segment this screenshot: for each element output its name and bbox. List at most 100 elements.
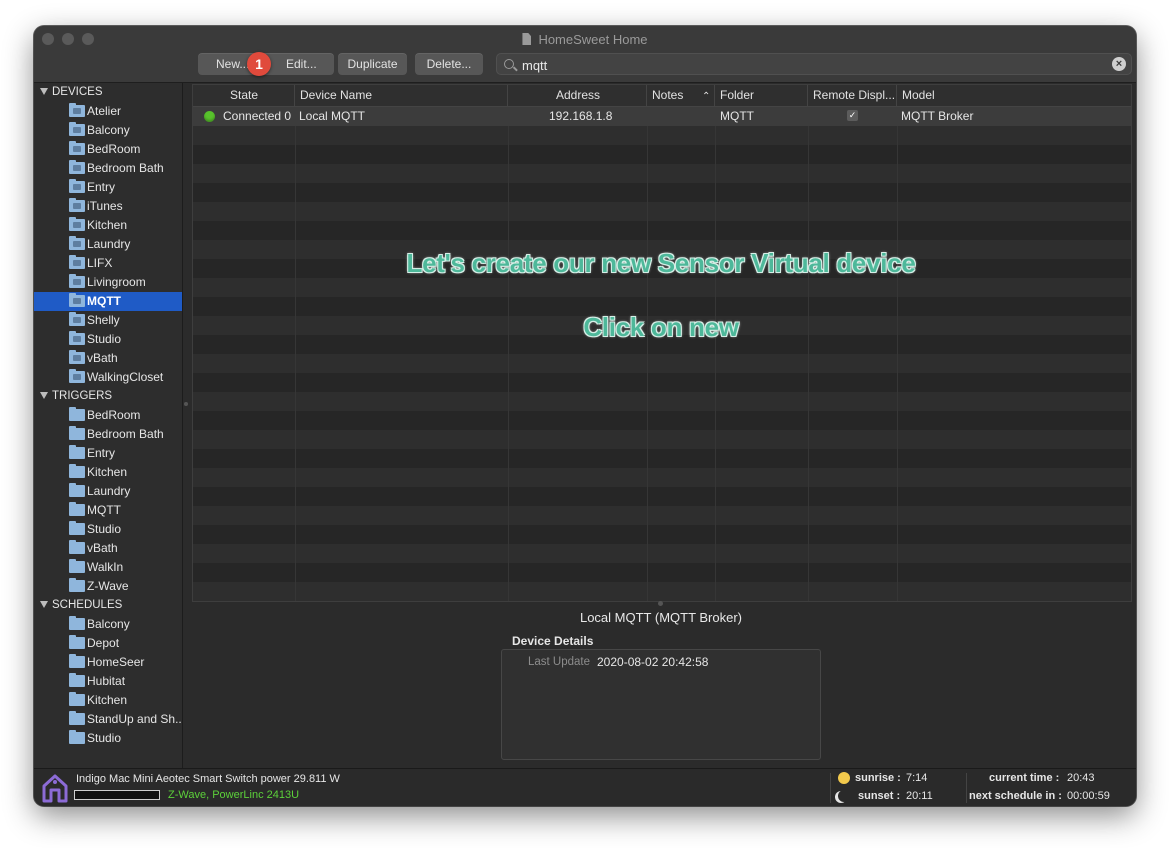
folder-icon: [69, 616, 85, 630]
sidebar-item-label: Studio: [87, 522, 122, 536]
cell-device-name: Local MQTT: [299, 109, 366, 123]
sidebar-item-kitchen[interactable]: Kitchen: [34, 691, 182, 710]
window-title: HomeSweet Home: [34, 32, 1136, 47]
sidebar-item-bedroom-bath[interactable]: Bedroom Bath: [34, 159, 182, 178]
column-header-folder[interactable]: Folder: [715, 85, 808, 106]
sidebar-item-kitchen[interactable]: Kitchen: [34, 216, 182, 235]
sidebar-item-label: Kitchen: [87, 218, 128, 232]
sidebar-item-entry[interactable]: Entry: [34, 444, 182, 463]
sidebar-item-mqtt[interactable]: MQTT: [34, 501, 182, 520]
indigo-logo-icon: [42, 774, 68, 803]
sidebar-item-label: Entry: [87, 180, 116, 194]
sidebar-item-label: Shelly: [87, 313, 120, 327]
folder-icon: [69, 407, 85, 421]
column-header-state[interactable]: State: [193, 85, 295, 106]
folder-icon: [69, 692, 85, 706]
sidebar-item-label: Atelier: [87, 104, 122, 118]
split-view-handle[interactable]: [658, 601, 663, 606]
sidebar-item-balcony[interactable]: Balcony: [34, 615, 182, 634]
folder-icon: [69, 711, 85, 725]
sidebar-item-z-wave[interactable]: Z-Wave: [34, 577, 182, 596]
sidebar-item-depot[interactable]: Depot: [34, 634, 182, 653]
sidebar-item-hubitat[interactable]: Hubitat: [34, 672, 182, 691]
device-folder-icon: [69, 255, 85, 269]
table-row[interactable]: Connected 0 Local MQTT 192.168.1.8 MQTT …: [193, 107, 1131, 126]
sidebar-item-mqtt[interactable]: MQTT: [34, 292, 182, 311]
sidebar-item-homeseer[interactable]: HomeSeer: [34, 653, 182, 672]
device-table: State Device Name Address Notes ⌃ Folder …: [192, 84, 1132, 602]
folder-icon: [69, 559, 85, 573]
folder-icon: [69, 578, 85, 592]
next-schedule-label: next schedule in :: [969, 790, 1062, 802]
folder-icon: [69, 730, 85, 744]
device-folder-icon: [69, 198, 85, 212]
folder-icon: [69, 540, 85, 554]
device-folder-icon: [69, 274, 85, 288]
device-folder-icon: [69, 122, 85, 136]
cell-address: 192.168.1.8: [549, 109, 613, 123]
sidebar-item-bedroom[interactable]: BedRoom: [34, 406, 182, 425]
delete-button[interactable]: Delete...: [415, 53, 483, 75]
sidebar-item-standup-and-sh[interactable]: StandUp and Sh...: [34, 710, 182, 729]
folder-icon: [69, 464, 85, 478]
edit-button[interactable]: Edit...: [286, 53, 317, 75]
sidebar-item-entry[interactable]: Entry: [34, 178, 182, 197]
document-icon: [522, 33, 532, 45]
sunset-label: sunset :: [858, 790, 901, 802]
sidebar-item-atelier[interactable]: Atelier: [34, 102, 182, 121]
sidebar-item-studio[interactable]: Studio: [34, 520, 182, 539]
sidebar-item-balcony[interactable]: Balcony: [34, 121, 182, 140]
schedules-header[interactable]: SCHEDULES: [40, 596, 122, 615]
duplicate-button[interactable]: Duplicate: [338, 53, 407, 75]
disclosure-triangle-icon[interactable]: [40, 88, 48, 95]
sidebar-item-laundry[interactable]: Laundry: [34, 482, 182, 501]
column-header-model[interactable]: Model: [897, 85, 1131, 106]
current-time-label: current time :: [989, 772, 1060, 784]
disclosure-triangle-icon[interactable]: [40, 601, 48, 608]
disclosure-triangle-icon[interactable]: [40, 392, 48, 399]
devices-header[interactable]: DEVICES: [40, 83, 103, 102]
interface-status: Z-Wave, PowerLinc 2413U: [168, 789, 300, 801]
sidebar-item-kitchen[interactable]: Kitchen: [34, 463, 182, 482]
device-folder-icon: [69, 350, 85, 364]
sidebar-item-walkingcloset[interactable]: WalkingCloset: [34, 368, 182, 387]
remote-display-checkbox[interactable]: ✓: [847, 110, 858, 121]
search-icon: [504, 59, 514, 69]
sidebar-item-label: Kitchen: [87, 465, 128, 479]
sidebar-item-itunes[interactable]: iTunes: [34, 197, 182, 216]
sidebar-item-label: iTunes: [87, 199, 123, 213]
clear-search-icon[interactable]: ×: [1112, 57, 1126, 71]
device-folder-icon: [69, 103, 85, 117]
sidebar-item-laundry[interactable]: Laundry: [34, 235, 182, 254]
sidebar-item-label: Laundry: [87, 237, 131, 251]
sidebar-item-lifx[interactable]: LIFX: [34, 254, 182, 273]
device-folder-icon: [69, 331, 85, 345]
column-header-notes[interactable]: Notes ⌃: [647, 85, 715, 106]
sidebar-item-studio[interactable]: Studio: [34, 729, 182, 748]
sidebar-item-shelly[interactable]: Shelly: [34, 311, 182, 330]
cell-state: Connected 0: [223, 109, 292, 123]
column-header-remote-display[interactable]: Remote Displ...: [808, 85, 897, 106]
table-header: State Device Name Address Notes ⌃ Folder …: [193, 85, 1131, 107]
triggers-header[interactable]: TRIGGERS: [40, 387, 112, 406]
sidebar-split-handle[interactable]: [184, 402, 188, 406]
sidebar-item-livingroom[interactable]: Livingroom: [34, 273, 182, 292]
sidebar-item-vbath[interactable]: vBath: [34, 539, 182, 558]
sidebar-item-label: Kitchen: [87, 693, 128, 707]
sidebar-item-bedroom-bath[interactable]: Bedroom Bath: [34, 425, 182, 444]
sidebar-item-label: MQTT: [87, 294, 121, 308]
moon-icon: [838, 790, 850, 802]
search-input[interactable]: [520, 56, 1084, 74]
device-folder-icon: [69, 179, 85, 193]
sun-icon: [838, 772, 850, 784]
device-folder-icon: [69, 141, 85, 155]
sidebar-item-walkin[interactable]: WalkIn: [34, 558, 182, 577]
column-header-address[interactable]: Address: [508, 85, 647, 106]
sidebar-item-studio[interactable]: Studio: [34, 330, 182, 349]
sidebar-item-vbath[interactable]: vBath: [34, 349, 182, 368]
sidebar-item-bedroom[interactable]: BedRoom: [34, 140, 182, 159]
sidebar-item-label: MQTT: [87, 503, 121, 517]
search-field[interactable]: ×: [496, 53, 1132, 75]
column-header-device-name[interactable]: Device Name: [295, 85, 508, 106]
device-folder-icon: [69, 312, 85, 326]
